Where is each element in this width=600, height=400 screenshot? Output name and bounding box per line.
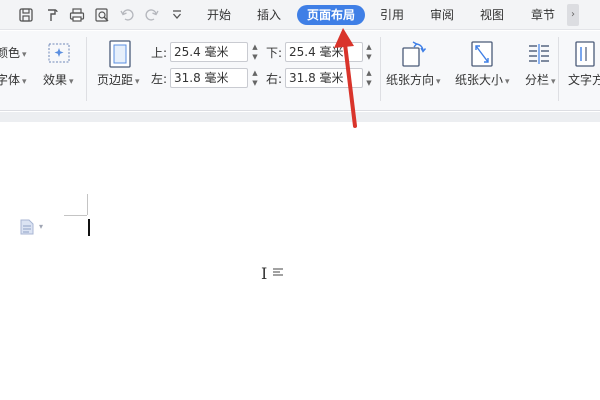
- customize-dropdown-icon[interactable]: [168, 6, 186, 24]
- columns-icon[interactable]: [527, 43, 551, 65]
- page-orientation-label: 纸张方向: [386, 73, 435, 87]
- chevron-down-icon[interactable]: ▾: [39, 222, 43, 231]
- tab-chapter[interactable]: 章节: [524, 5, 562, 25]
- theme-colors-label: 颜色: [0, 46, 21, 60]
- margin-right-stepper[interactable]: ▲ ▼: [363, 68, 375, 88]
- text-direction-button[interactable]: 文字方: [568, 71, 600, 88]
- tabs-scroll-right-button[interactable]: ›: [567, 4, 579, 26]
- margin-right-label: 右:: [266, 72, 283, 86]
- margins-icon[interactable]: [108, 40, 132, 68]
- page-orientation-button[interactable]: 纸张方向 ▾: [386, 71, 441, 88]
- tab-home[interactable]: 开始: [200, 5, 238, 25]
- margin-top-field[interactable]: 25.4 毫米: [170, 42, 248, 62]
- format-painter-icon[interactable]: [43, 6, 61, 24]
- margin-left-field[interactable]: 31.8 毫米: [170, 68, 248, 88]
- margin-bottom-label: 下:: [266, 46, 283, 60]
- columns-label: 分栏: [525, 73, 550, 87]
- mouse-ibeam-cursor-icon: I: [261, 264, 268, 283]
- effects-button[interactable]: 效果 ▾: [43, 71, 74, 88]
- ribbon-separator: [86, 37, 87, 101]
- margin-corner-mark: [87, 194, 88, 215]
- margin-bottom-stepper[interactable]: ▲ ▼: [363, 42, 375, 62]
- margin-right-field[interactable]: 31.8 毫米: [285, 68, 363, 88]
- paragraph-layout-icon[interactable]: [20, 219, 34, 238]
- margin-corner-mark: [64, 215, 87, 216]
- effects-icon[interactable]: [48, 43, 70, 63]
- page-size-label: 纸张大小: [455, 73, 504, 87]
- save-icon[interactable]: [17, 6, 35, 24]
- redo-icon[interactable]: [143, 6, 161, 24]
- menu-bar: 开始 插入 页面布局 引用 审阅 视图 章节 ›: [0, 0, 600, 30]
- theme-fonts-label: 字体: [0, 73, 21, 87]
- click-and-type-align-icon: [272, 266, 284, 280]
- ribbon-document-divider: [0, 112, 600, 122]
- columns-button[interactable]: 分栏 ▾: [525, 71, 556, 88]
- margins-label: 页边距: [97, 73, 134, 87]
- undo-icon[interactable]: [118, 6, 136, 24]
- tab-page-layout[interactable]: 页面布局: [297, 5, 365, 25]
- tab-insert[interactable]: 插入: [250, 5, 288, 25]
- margin-bottom-field[interactable]: 25.4 毫米: [285, 42, 363, 62]
- text-cursor: [88, 219, 90, 236]
- effects-label: 效果: [43, 73, 68, 87]
- margin-left-label: 左:: [151, 72, 168, 86]
- page-size-button[interactable]: 纸张大小 ▾: [455, 71, 510, 88]
- tab-references[interactable]: 引用: [373, 5, 411, 25]
- print-icon[interactable]: [68, 6, 86, 24]
- text-direction-icon[interactable]: [574, 41, 596, 67]
- page-orientation-icon[interactable]: [400, 40, 428, 68]
- theme-fonts-button[interactable]: 字体 ▾: [0, 71, 27, 88]
- text-direction-label: 文字方: [568, 73, 600, 87]
- margin-left-stepper[interactable]: ▲ ▼: [249, 68, 261, 88]
- print-preview-icon[interactable]: [93, 6, 111, 24]
- margin-top-label: 上:: [151, 46, 168, 60]
- ribbon-separator: [380, 37, 381, 101]
- document-page[interactable]: [0, 122, 600, 400]
- ribbon-separator: [558, 37, 559, 101]
- ribbon-toolbar: 颜色 ▾ 字体 ▾ 效果 ▾ 页边距 ▾ 上: 25.4 毫米 ▲ ▼ 左: 31.8 毫…: [0, 31, 600, 111]
- tab-view[interactable]: 视图: [473, 5, 511, 25]
- theme-colors-button[interactable]: 颜色 ▾: [0, 44, 27, 61]
- page-size-icon[interactable]: [470, 41, 494, 67]
- tab-review[interactable]: 审阅: [423, 5, 461, 25]
- margin-top-stepper[interactable]: ▲ ▼: [249, 42, 261, 62]
- margins-button[interactable]: 页边距 ▾: [97, 71, 140, 88]
